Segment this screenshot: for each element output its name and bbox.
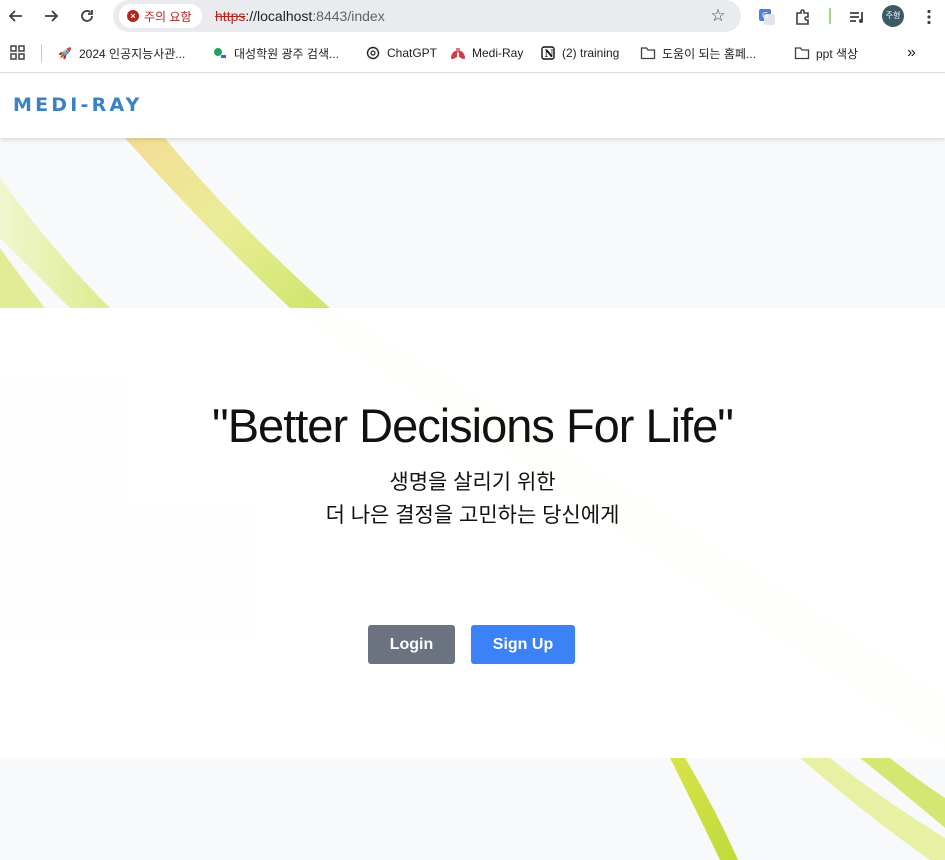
web-page: MEDI-RAY "Better Decisions For Life" 생명을… (0, 74, 945, 860)
bookmark-item[interactable]: N (2) training (540, 44, 619, 62)
url-text[interactable]: https://localhost:8443/index (215, 8, 385, 24)
apps-grid-icon[interactable] (10, 44, 26, 62)
bookmark-label: 대성학원 광주 검색... (234, 46, 339, 61)
bookmark-item[interactable]: Medi-Ray (450, 44, 523, 62)
forward-arrow-icon[interactable] (39, 4, 63, 28)
extensions-puzzle-icon[interactable] (792, 6, 814, 28)
bookmark-item[interactable]: 🚀 2024 인공지능사관... (57, 44, 185, 62)
hero-subtitle-line-2: 더 나은 결정을 고민하는 당신에게 (325, 504, 620, 527)
bookmark-item[interactable]: ChatGPT (365, 44, 437, 62)
back-arrow-icon[interactable] (4, 4, 28, 28)
bookmark-label: 도움이 되는 홈페... (662, 46, 756, 61)
bookmarks-divider (41, 44, 42, 62)
rocket-icon: 🚀 (58, 47, 72, 60)
bookmark-label: Medi-Ray (472, 46, 524, 60)
media-queue-icon[interactable] (846, 6, 868, 28)
folder-icon (640, 45, 656, 61)
site-header: MEDI-RAY (0, 74, 945, 138)
bookmarks-bar: 🚀 2024 인공지능사관... 대성학원 광주 검색... ChatGPT M… (0, 33, 945, 73)
warning-icon: × (127, 10, 139, 22)
browser-toolbar: × 주의 요함 https://localhost:8443/index ☆ G… (0, 0, 945, 33)
bookmark-item[interactable]: ppt 색상 (794, 44, 858, 62)
svg-text:N: N (545, 49, 554, 60)
notion-icon: N (540, 45, 556, 61)
login-button[interactable]: Login (368, 625, 455, 664)
kebab-menu-icon[interactable] (918, 6, 940, 28)
security-warning-chip[interactable]: × 주의 요함 (119, 4, 202, 28)
bookmark-star-icon[interactable]: ☆ (707, 5, 729, 27)
url-scheme: https (215, 8, 246, 24)
security-chip-label: 주의 요함 (144, 9, 192, 24)
profile-avatar[interactable]: 주형 (882, 5, 904, 27)
signup-button[interactable]: Sign Up (471, 625, 575, 664)
lungs-icon (450, 45, 466, 61)
url-host: ://localhost (245, 8, 313, 24)
google-translate-icon[interactable]: G (756, 6, 778, 28)
bookmark-label: ppt 색상 (816, 46, 859, 61)
bookmark-item[interactable]: 대성학원 광주 검색... (212, 44, 339, 62)
hero-title: "Better Decisions For Life" (212, 399, 734, 452)
bookmark-label: (2) training (562, 46, 620, 60)
address-bar[interactable]: × 주의 요함 https://localhost:8443/index ☆ (113, 0, 741, 32)
bookmark-item[interactable]: 도움이 되는 홈페... (640, 44, 756, 62)
reload-icon[interactable] (75, 4, 99, 28)
site-logo[interactable]: MEDI-RAY (13, 94, 143, 116)
hero-section: "Better Decisions For Life" 생명을 살리기 위한 더… (0, 308, 945, 758)
toolbar-divider (829, 8, 831, 24)
svg-text:G: G (762, 11, 768, 20)
url-path: :8443/index (312, 8, 385, 24)
bookmark-label: ChatGPT (387, 46, 438, 60)
hero-subtitle-line-1: 생명을 살리기 위한 (389, 471, 556, 494)
bookmark-label: 2024 인공지능사관... (79, 46, 186, 61)
folder-icon (794, 45, 810, 61)
openai-icon (365, 45, 381, 61)
leaf-icon (212, 45, 228, 61)
chevron-more-icon[interactable]: » (907, 44, 916, 62)
